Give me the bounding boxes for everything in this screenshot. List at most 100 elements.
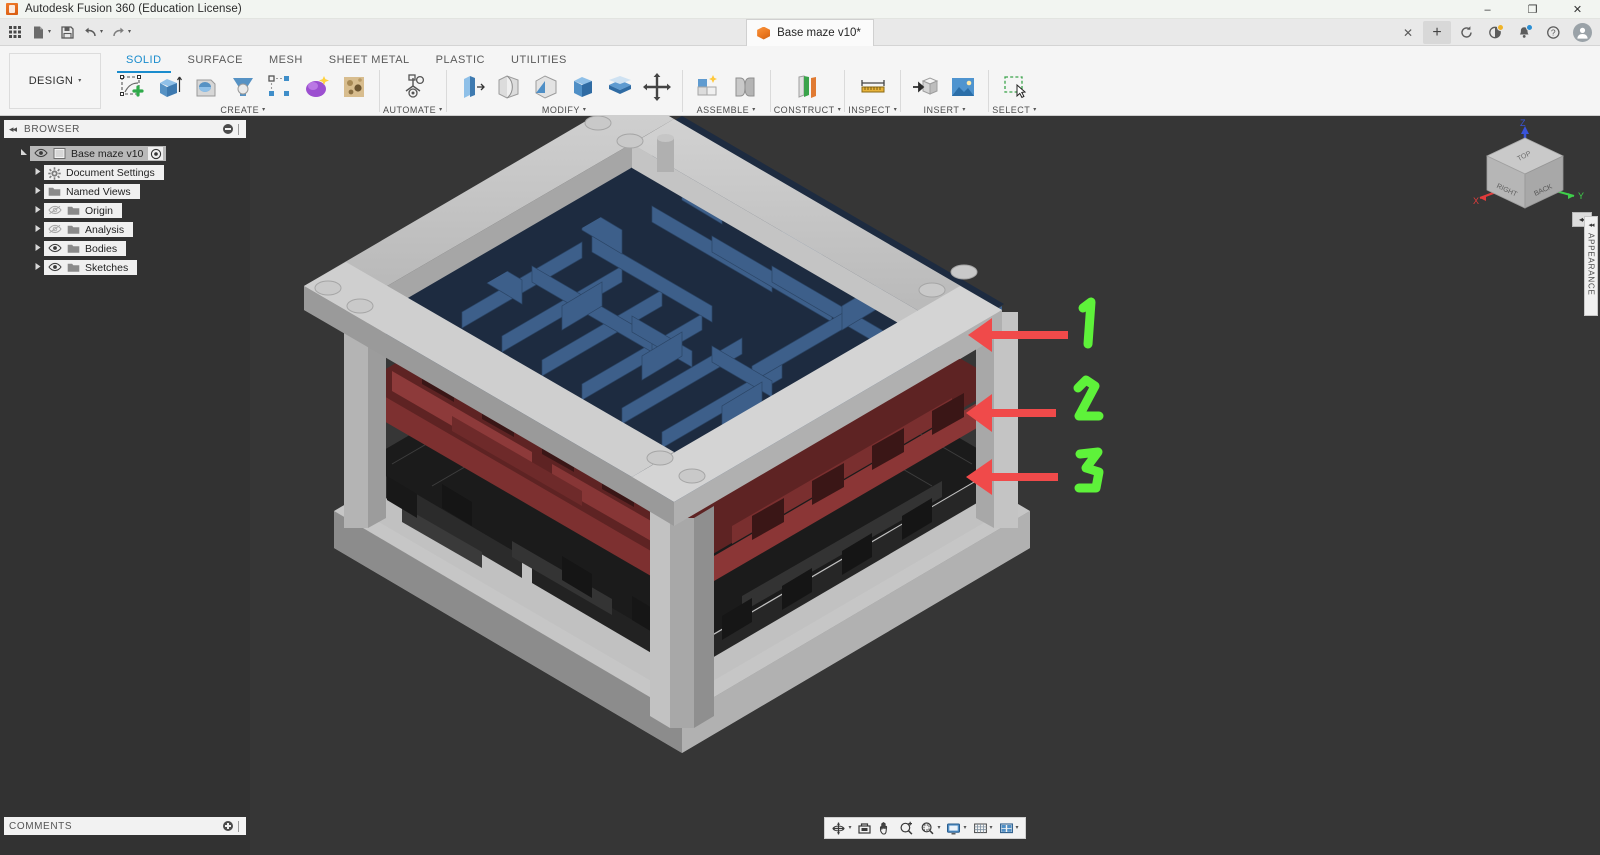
redo-button[interactable]: ▾	[108, 21, 134, 43]
undo-button[interactable]: ▾	[80, 21, 106, 43]
notifications-bell-icon[interactable]	[1510, 21, 1538, 44]
tree-node-origin[interactable]: Origin	[0, 201, 250, 220]
window-title: Autodesk Fusion 360 (Education License)	[25, 3, 242, 15]
visibility-eye-icon[interactable]	[34, 148, 48, 159]
tree-node-body[interactable]: Origin	[44, 203, 123, 218]
extrude-tool[interactable]	[151, 70, 187, 103]
tree-node-document-settings[interactable]: Document Settings	[0, 163, 250, 182]
construct-plane-tool[interactable]	[789, 70, 825, 103]
save-button[interactable]	[56, 21, 78, 43]
fillet-tool[interactable]	[491, 70, 527, 103]
visibility-eye-icon[interactable]	[48, 243, 62, 254]
zoom-window-tool[interactable]: ▾	[917, 818, 943, 838]
zoom-tool[interactable]	[896, 818, 917, 838]
twisty-collapsed-icon[interactable]	[32, 167, 44, 178]
svg-text:?: ?	[1550, 28, 1555, 38]
panel-select-title[interactable]: SELECT ▾	[992, 104, 1037, 116]
tree-node-body[interactable]: Bodies	[44, 241, 127, 256]
job-status-icon[interactable]	[1481, 21, 1509, 44]
minimize-button[interactable]: –	[1465, 0, 1510, 19]
shell-tool[interactable]	[565, 70, 601, 103]
maximize-button[interactable]: ❐	[1510, 0, 1555, 19]
refresh-sync-icon[interactable]	[1452, 21, 1480, 44]
move-copy-tool[interactable]	[639, 70, 675, 103]
pan-tool[interactable]	[875, 818, 896, 838]
close-window-button[interactable]: ✕	[1555, 0, 1600, 19]
close-document-tab-button[interactable]: ✕	[1394, 21, 1422, 44]
new-component-tool[interactable]	[690, 70, 726, 103]
create-sketch-tool[interactable]	[114, 70, 150, 103]
3d-viewport[interactable]: X Y Z TOP RIGHT BACK ◂◂ ◂◂ APPEARANCE	[250, 116, 1600, 855]
panel-automate-title[interactable]: AUTOMATE ▾	[383, 104, 443, 116]
target-circle-icon[interactable]	[148, 147, 164, 160]
insert-derive-tool[interactable]	[908, 70, 944, 103]
document-tab[interactable]: Base maze v10*	[746, 19, 874, 46]
create-mesh-tool[interactable]	[336, 70, 372, 103]
insert-canvas-tool[interactable]	[945, 70, 981, 103]
workspace-selector[interactable]: DESIGN ▾	[9, 53, 101, 109]
revolve-tool[interactable]	[188, 70, 224, 103]
tree-node-root[interactable]: Base maze v10	[0, 144, 250, 163]
select-tool[interactable]	[997, 70, 1033, 103]
look-at-tool[interactable]	[854, 818, 875, 838]
tree-node-bodies[interactable]: Bodies	[0, 239, 250, 258]
zoom-plus-icon	[900, 821, 913, 835]
visibility-eye-hidden-icon[interactable]	[48, 224, 62, 235]
twisty-collapsed-icon[interactable]	[32, 243, 44, 254]
twisty-collapsed-icon[interactable]	[32, 224, 44, 235]
tree-node-body[interactable]: Document Settings	[44, 165, 164, 180]
display-settings[interactable]: ▾	[943, 818, 969, 838]
pattern-tool[interactable]	[262, 70, 298, 103]
browser-collapse-icon[interactable]: ◂◂	[9, 124, 17, 135]
tab-mesh[interactable]: MESH	[256, 50, 316, 70]
grid-snaps[interactable]: ▾	[970, 818, 996, 838]
twisty-collapsed-icon[interactable]	[32, 262, 44, 273]
file-menu-button[interactable]: ▾	[28, 21, 54, 43]
measure-tool[interactable]	[855, 70, 891, 103]
chamfer-tool[interactable]	[528, 70, 564, 103]
twisty-collapsed-icon[interactable]	[32, 186, 44, 197]
new-tab-button[interactable]: +	[1423, 21, 1451, 44]
tree-node-named-views[interactable]: Named Views	[0, 182, 250, 201]
panel-insert-title[interactable]: INSERT ▾	[924, 104, 966, 116]
appearance-panel-tab[interactable]: ◂◂ APPEARANCE	[1584, 216, 1598, 316]
tree-node-body[interactable]: Named Views	[44, 184, 140, 199]
panel-assemble-title[interactable]: ASSEMBLE ▾	[697, 104, 756, 116]
panel-inspect-title[interactable]: INSPECT ▾	[848, 104, 897, 116]
tree-node-body[interactable]: Analysis	[44, 222, 134, 237]
panel-construct-title[interactable]: CONSTRUCT ▾	[774, 104, 842, 116]
joint-tool[interactable]	[727, 70, 763, 103]
view-cube-widget[interactable]: X Y Z TOP RIGHT BACK ◂◂	[1450, 116, 1600, 236]
tab-plastic[interactable]: PLASTIC	[423, 50, 498, 70]
help-icon[interactable]: ?	[1539, 21, 1567, 44]
viewports[interactable]: ▾	[996, 818, 1022, 838]
tree-node-body[interactable]: Sketches	[44, 260, 138, 275]
tab-solid[interactable]: SOLID	[113, 50, 175, 73]
tree-node-sketches[interactable]: Sketches	[0, 258, 250, 277]
panel-modify-title[interactable]: MODIFY ▾	[542, 104, 587, 116]
visibility-eye-icon[interactable]	[48, 262, 62, 273]
press-pull-tool[interactable]	[454, 70, 490, 103]
automate-tool[interactable]	[395, 70, 431, 103]
orbit-tool[interactable]: ▾	[828, 818, 854, 838]
twisty-expanded-icon[interactable]	[18, 148, 30, 159]
visibility-eye-hidden-icon[interactable]	[48, 205, 62, 216]
tree-node-root-body[interactable]: Base maze v10	[30, 146, 167, 161]
app-grid-button[interactable]	[4, 21, 26, 43]
folder-icon	[48, 186, 61, 197]
user-avatar[interactable]	[1568, 21, 1596, 44]
panel-create-title[interactable]: CREATE ▾	[220, 104, 265, 116]
plus-circle-icon[interactable]	[223, 821, 233, 831]
sweep-tool[interactable]	[225, 70, 261, 103]
twisty-collapsed-icon[interactable]	[32, 205, 44, 216]
comments-header[interactable]: COMMENTS	[4, 817, 246, 835]
panel-resize-grip[interactable]	[238, 123, 241, 135]
comments-resize-grip[interactable]	[238, 820, 241, 832]
tab-sheet-metal[interactable]: SHEET METAL	[316, 50, 423, 70]
create-form-tool[interactable]	[299, 70, 335, 103]
offset-face-tool[interactable]	[602, 70, 638, 103]
tab-utilities[interactable]: UTILITIES	[498, 50, 580, 70]
tab-surface[interactable]: SURFACE	[175, 50, 256, 70]
minus-circle-icon[interactable]	[223, 124, 233, 134]
tree-node-analysis[interactable]: Analysis	[0, 220, 250, 239]
